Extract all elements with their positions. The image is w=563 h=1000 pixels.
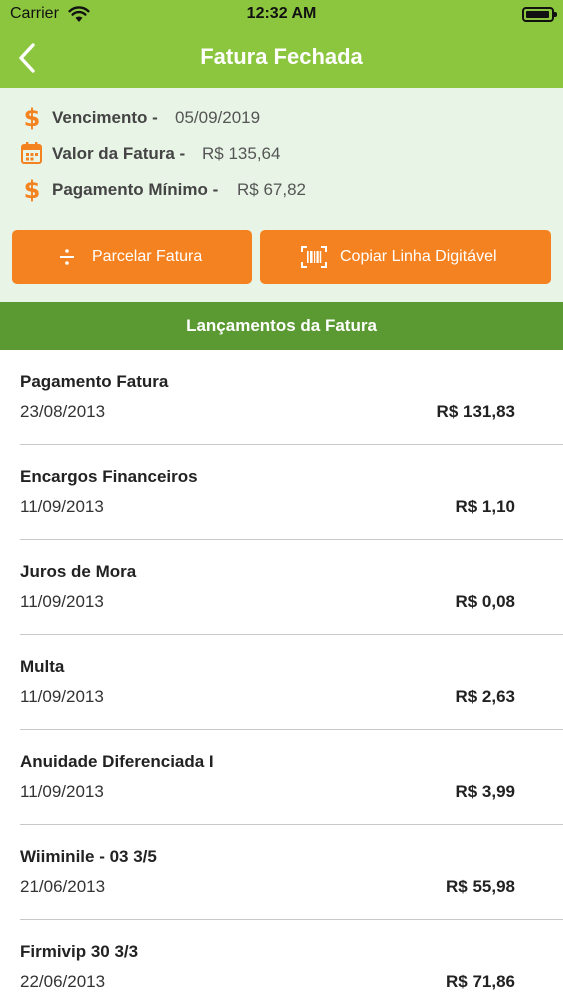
split-invoice-button[interactable]: Parcelar Fatura [12,230,252,284]
split-invoice-label: Parcelar Fatura [92,248,203,265]
transaction-description: Anuidade Diferenciada I [20,752,214,771]
transaction-date: 22/06/2013 [20,972,106,991]
transaction-date: 21/06/2013 [20,877,106,896]
list-item[interactable]: Juros de Mora 11/09/2013 R$ 0,08 [0,540,563,635]
transaction-date: 23/08/2013 [20,402,106,421]
status-time: 12:32 AM [246,5,317,22]
due-date-label: Vencimento - [52,108,158,127]
dollar-icon: $ [24,176,41,202]
list-item[interactable]: Wiiminile - 03 3/5 21/06/2013 R$ 55,98 [0,825,563,920]
list-item[interactable]: Anuidade Diferenciada I 11/09/2013 R$ 3,… [0,730,563,825]
svg-text:$: $ [24,176,41,202]
transaction-description: Firmivip 30 3/3 [20,942,139,961]
divide-icon [60,249,74,265]
transaction-amount: R$ 0,08 [455,592,515,611]
transactions-section-title: Lançamentos da Fatura [0,302,563,350]
invoice-amount-label: Valor da Fatura - [52,144,186,163]
app-header: Carrier 12:32 AM Fatura Fechada [0,0,563,88]
transaction-date: 11/09/2013 [20,497,104,516]
transaction-date: 11/09/2013 [20,592,104,611]
list-item[interactable]: Firmivip 30 3/3 22/06/2013 R$ 71,86 [0,920,563,1000]
transaction-date: 11/09/2013 [20,782,104,801]
transaction-amount: R$ 1,10 [455,497,515,516]
dollar-icon: $ [24,104,41,130]
transaction-description: Pagamento Fatura [20,372,169,391]
copy-barcode-button[interactable]: Copiar Linha Digitável [260,230,551,284]
transaction-description: Wiiminile - 03 3/5 [20,847,157,866]
transaction-description: Encargos Financeiros [20,467,198,486]
minimum-payment-label: Pagamento Mínimo - [52,180,219,199]
barcode-icon [301,246,327,268]
page-title: Fatura Fechada [200,44,363,69]
list-item[interactable]: Multa 11/09/2013 R$ 2,63 [0,635,563,730]
due-date-value: 05/09/2019 [175,108,261,127]
minimum-payment-value: R$ 67,82 [237,180,306,199]
invoice-amount-value: R$ 135,64 [202,144,281,163]
copy-barcode-label: Copiar Linha Digitável [340,248,497,265]
list-item[interactable]: Pagamento Fatura 23/08/2013 R$ 131,83 [0,350,563,445]
invoice-summary: $ Vencimento - 05/09/2019 Valor da Fatur… [0,88,563,302]
transaction-amount: R$ 2,63 [455,687,515,706]
svg-text:$: $ [24,104,41,130]
status-bar: Carrier 12:32 AM [0,0,563,30]
transaction-amount: R$ 55,98 [446,877,515,896]
transaction-amount: R$ 71,86 [446,972,515,991]
transaction-amount: R$ 131,83 [436,402,515,421]
transaction-description: Juros de Mora [20,562,137,581]
calendar-icon [21,142,42,164]
transaction-description: Multa [20,657,65,676]
list-item[interactable]: Encargos Financeiros 11/09/2013 R$ 1,10 [0,445,563,540]
transaction-date: 11/09/2013 [20,687,104,706]
battery-icon [522,7,557,22]
transaction-amount: R$ 3,99 [455,782,515,801]
